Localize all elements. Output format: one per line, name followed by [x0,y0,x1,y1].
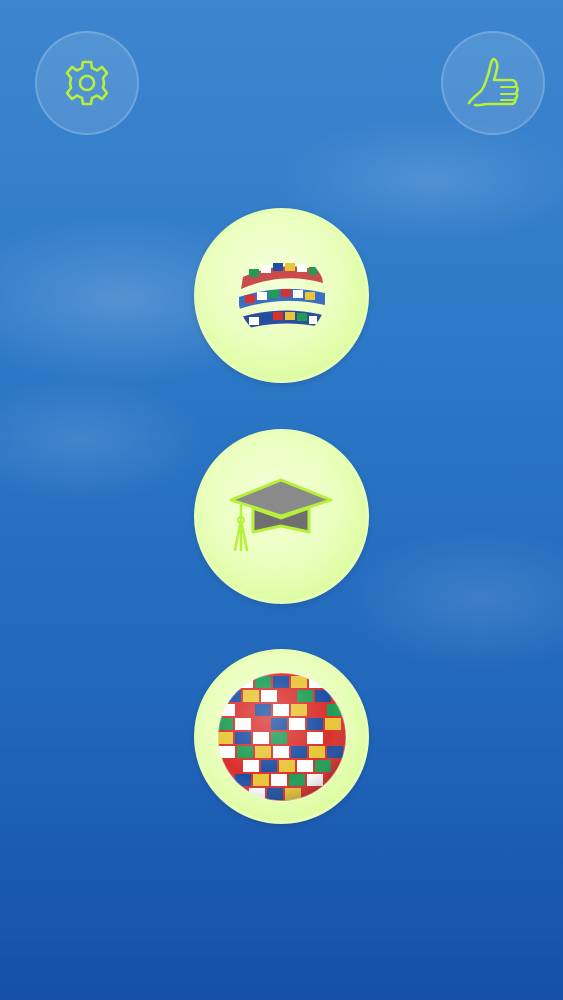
like-button[interactable] [441,31,545,135]
menu-button-1[interactable] [194,208,369,383]
thumbs-up-icon [467,57,519,107]
flag-sphere-globe-icon [216,671,347,802]
flag-ribbon-globe-icon [238,262,325,329]
app-screen [0,0,563,1000]
menu-button-3[interactable] [194,649,369,824]
graduation-cap-icon [229,478,332,551]
settings-button[interactable] [35,31,139,135]
menu-button-2[interactable] [194,429,369,604]
gear-icon [65,60,109,106]
